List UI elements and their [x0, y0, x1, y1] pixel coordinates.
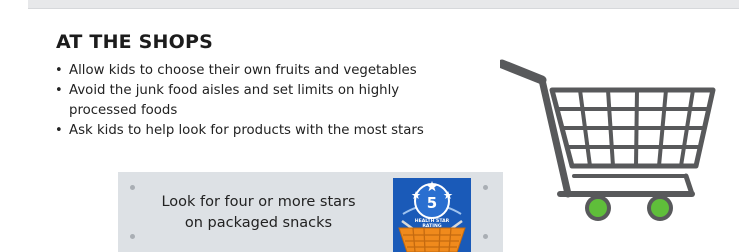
health-star-rating-basket-icon: 5 HEALTH STAR RATING [393, 178, 471, 252]
callout-line-2: on packaged snacks [184, 215, 333, 231]
tip-text: Avoid the junk food aisles and set limit… [69, 83, 400, 118]
pin-dot [483, 185, 488, 190]
shopping-cart-icon [500, 59, 716, 221]
pin-dot [130, 234, 135, 239]
cart-wheel-right [647, 195, 673, 221]
tip-item: • Ask kids to help look for products wit… [51, 121, 509, 141]
bullet-icon: • [55, 63, 63, 78]
tip-item: • Avoid the junk food aisles and set lim… [51, 81, 461, 121]
tip-item: • Allow kids to choose their own fruits … [51, 61, 509, 81]
bullet-icon: • [55, 123, 63, 138]
callout-message: Look for four or more stars on packaged … [136, 192, 381, 234]
bullet-icon: • [55, 83, 63, 98]
tip-text: Ask kids to help look for products with … [69, 123, 424, 138]
cart-wheel-left [585, 195, 611, 221]
tips-list: • Allow kids to choose their own fruits … [51, 61, 509, 141]
tip-text: Allow kids to choose their own fruits an… [69, 63, 417, 78]
top-strip-divider [28, 0, 739, 9]
badge-rating: 5 [427, 194, 437, 212]
callout-line-1: Look for four or more stars [161, 194, 356, 210]
pin-dot [483, 234, 488, 239]
stars-callout-card: Look for four or more stars on packaged … [118, 172, 503, 252]
section-heading: AT THE SHOPS [56, 31, 214, 53]
pin-dot [130, 185, 135, 190]
